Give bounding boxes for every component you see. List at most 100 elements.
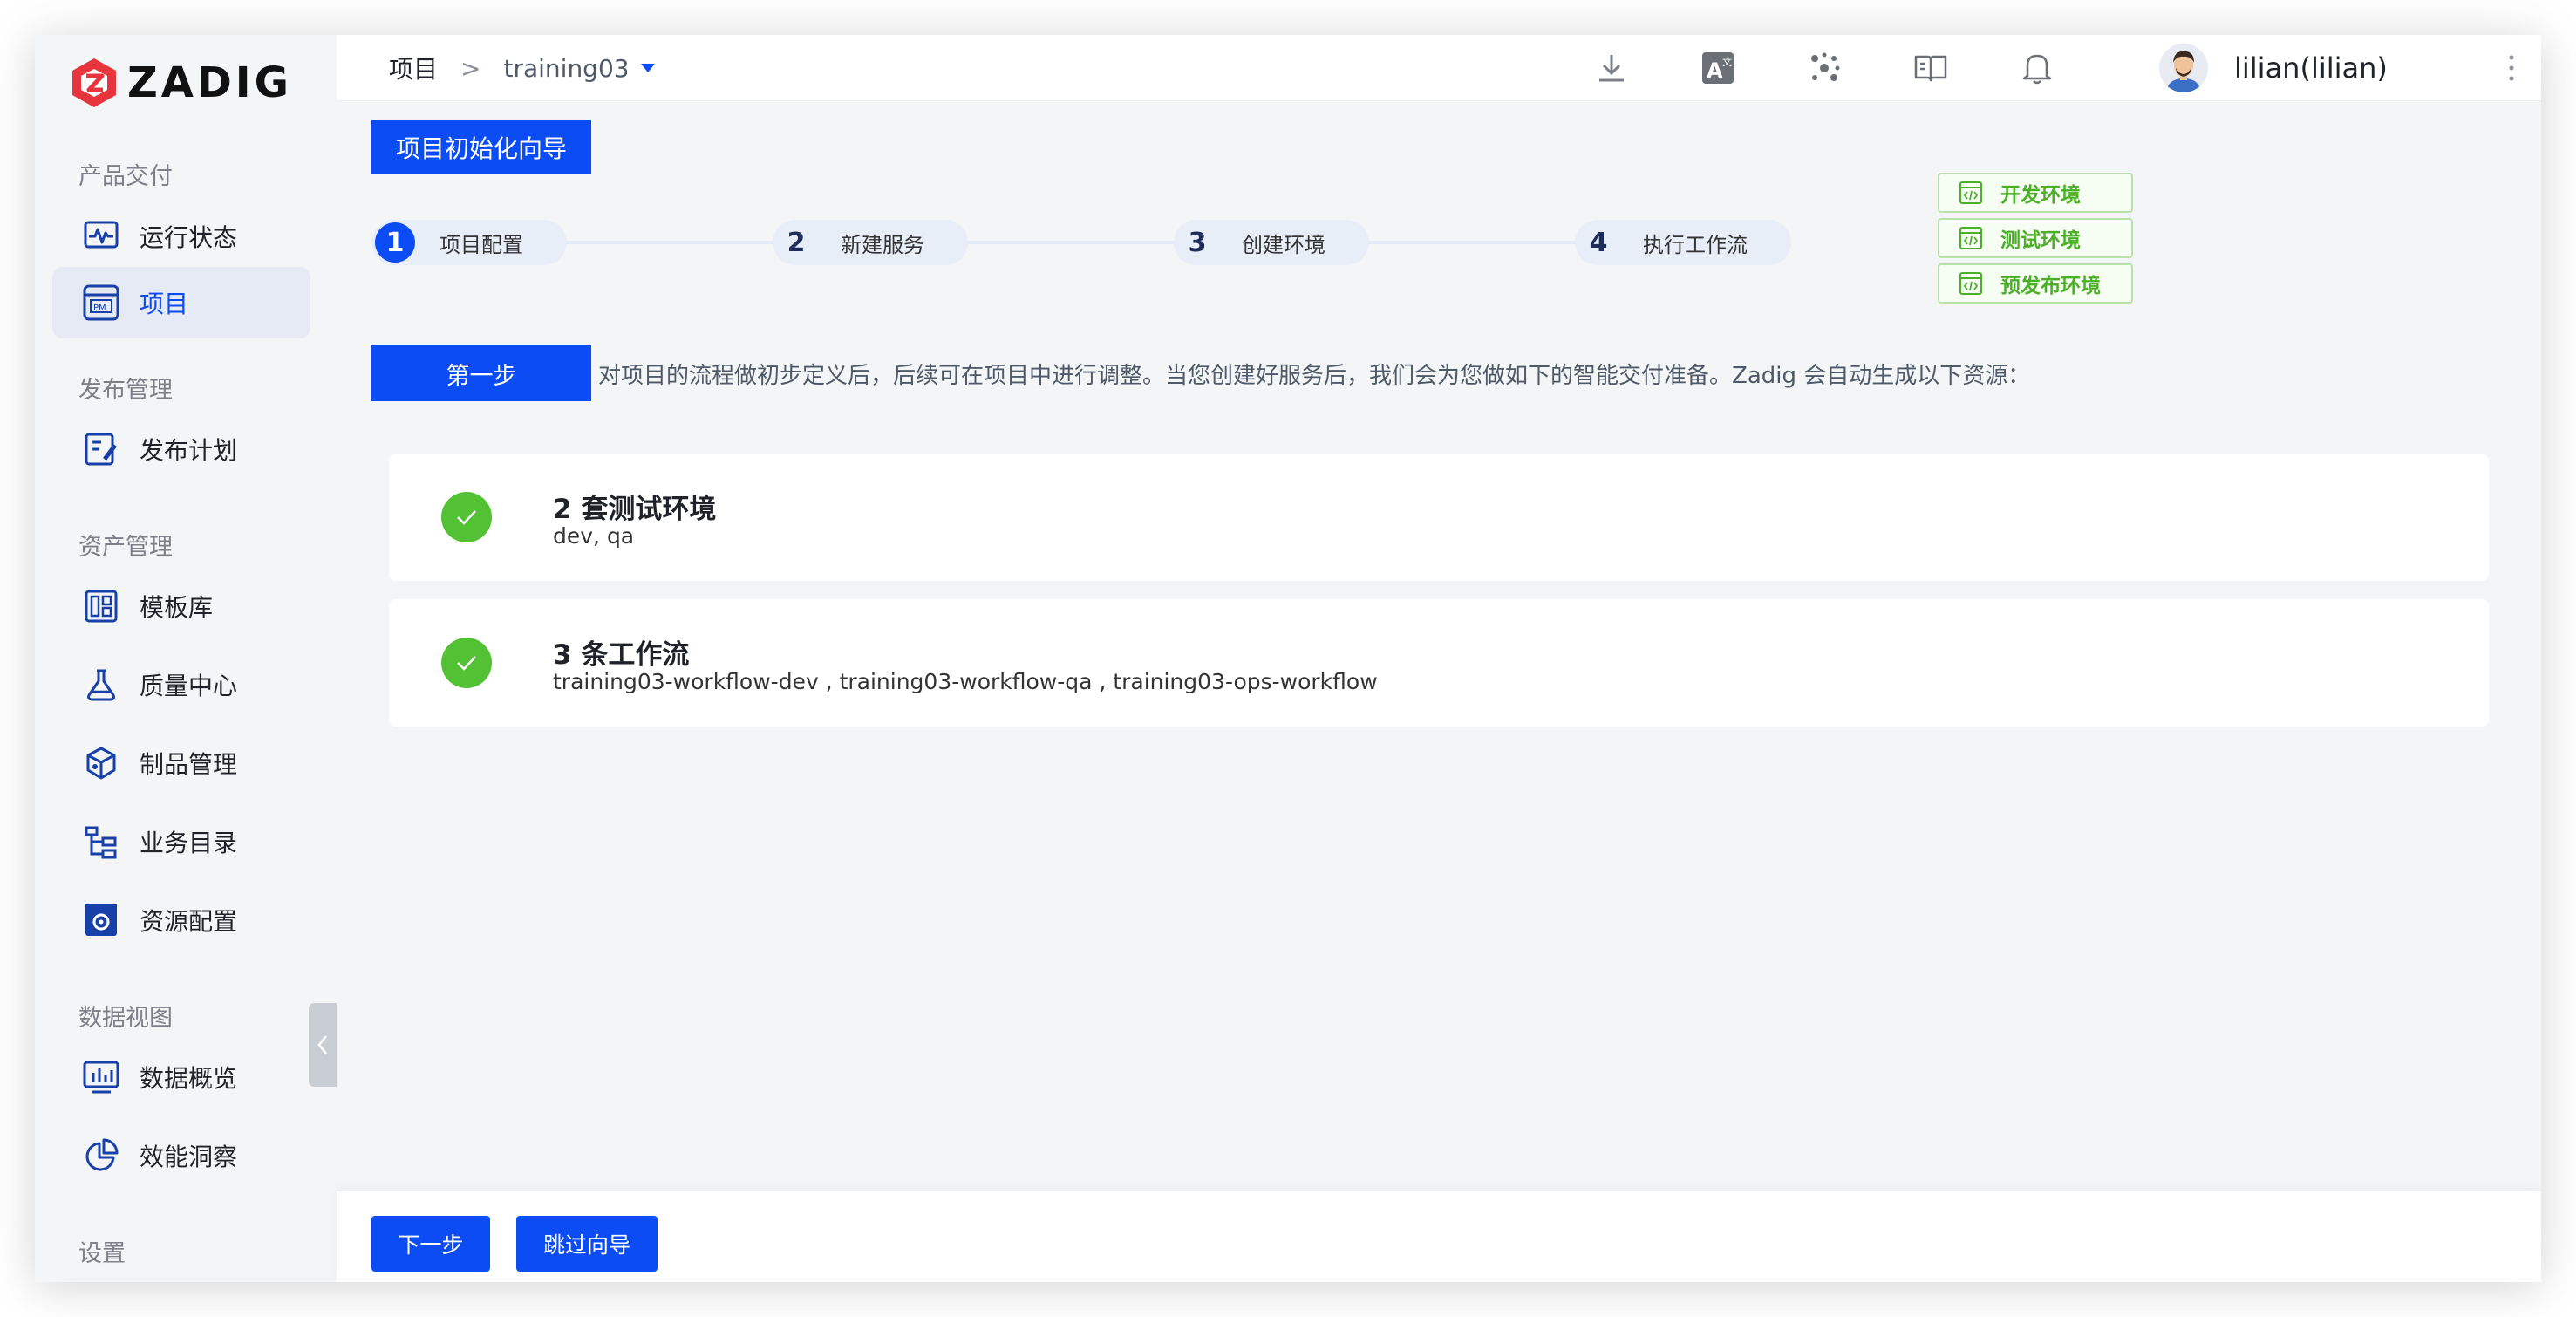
user-menu[interactable]: lilian(lilian) — [2159, 35, 2388, 101]
env-tag-dev: 开发环境 — [1938, 173, 2133, 213]
plugins-icon[interactable] — [1805, 49, 1843, 87]
pulse-monitor-icon — [82, 217, 120, 256]
bell-icon[interactable] — [2018, 49, 2056, 87]
bar-chart-icon — [82, 1058, 120, 1096]
chevron-left-icon — [317, 1035, 327, 1054]
env-tag-label: 测试环境 — [2000, 229, 2081, 252]
env-tag-label: 预发布环境 — [2000, 275, 2101, 297]
nav-section-settings: 设置 — [78, 1240, 126, 1267]
wizard-steps: 1 项目配置 2 新建服务 3 创建环境 4 执行工作流 — [371, 216, 1819, 269]
env-tags: 开发环境 测试环境 预发布环境 — [1938, 173, 2133, 309]
step-label: 项目配置 — [440, 232, 523, 257]
sidebar-item-project[interactable]: PM 项目 — [52, 267, 310, 338]
card-title: 2 套测试环境 — [553, 494, 717, 525]
step-run-workflow[interactable]: 4 执行工作流 — [1575, 220, 1791, 265]
check-circle-icon — [441, 492, 492, 542]
sidebar-item-catalog[interactable]: 业务目录 — [52, 806, 310, 877]
step-project-config[interactable]: 1 项目配置 — [371, 220, 567, 265]
code-file-icon — [1959, 227, 1982, 249]
project-selector[interactable]: training03 — [503, 54, 655, 83]
env-tag-label: 开发环境 — [2000, 184, 2081, 207]
resource-card-workflows: 3 条工作流 training03-workflow-dev , trainin… — [389, 599, 2489, 727]
next-step-button[interactable]: 下一步 — [371, 1216, 490, 1272]
env-tag-staging: 预发布环境 — [1938, 263, 2133, 304]
pie-chart-icon — [82, 1136, 120, 1175]
docs-book-icon[interactable] — [1912, 49, 1950, 87]
step-number: 2 — [776, 222, 816, 263]
template-icon — [82, 587, 120, 625]
logo-text: ZADIG — [127, 58, 293, 107]
nav-section-release: 发布管理 — [78, 377, 173, 404]
sidebar-item-quality[interactable]: 质量中心 — [52, 649, 310, 720]
step-number: 1 — [375, 222, 415, 263]
main-content: 项目初始化向导 1 项目配置 2 新建服务 3 创建环境 4 执行工作流 开发环… — [337, 101, 2541, 1226]
zadig-logo-icon — [72, 58, 116, 107]
nav-section-data: 数据视图 — [78, 1005, 173, 1032]
sidebar: ZADIG 产品交付 运行状态 PM 项目 发布管理 发布计划 资产管理 模板库… — [35, 35, 337, 1282]
avatar — [2159, 44, 2208, 92]
sidebar-collapse-handle[interactable] — [309, 1003, 337, 1087]
sidebar-item-label: 制品管理 — [140, 750, 238, 779]
sidebar-item-label: 运行状态 — [140, 223, 238, 252]
step-label: 创建环境 — [1242, 232, 1325, 257]
sidebar-item-label: 效能洞察 — [140, 1143, 238, 1171]
release-plan-icon — [82, 430, 120, 468]
nav-section-assets: 资产管理 — [78, 534, 173, 561]
sidebar-item-label: 业务目录 — [140, 829, 238, 857]
artifact-box-icon — [82, 744, 120, 782]
sidebar-item-data-overview[interactable]: 数据概览 — [52, 1041, 310, 1113]
card-subtitle: training03-workflow-dev , training03-wor… — [553, 669, 1378, 694]
resource-card-envs: 2 套测试环境 dev, qa — [389, 454, 2489, 581]
breadcrumb: 项目 > training03 — [389, 35, 656, 101]
svg-text:文: 文 — [1722, 56, 1732, 68]
sidebar-item-release-plan[interactable]: 发布计划 — [52, 413, 310, 485]
translate-icon[interactable]: A文 — [1699, 49, 1737, 87]
wizard-footer: 下一步 跳过向导 — [337, 1191, 2541, 1282]
step-badge: 第一步 — [371, 345, 591, 401]
top-header: 项目 > training03 A文 lilian(lilian) — [337, 35, 2541, 101]
step-banner: 第一步 对项目的流程做初步定义后，后续可在项目中进行调整。当您创建好服务后，我们… — [371, 345, 2030, 401]
project-pm-icon: PM — [82, 283, 120, 322]
more-vertical-icon[interactable] — [2503, 51, 2520, 85]
card-subtitle: dev, qa — [553, 523, 635, 549]
step-number: 4 — [1578, 222, 1619, 263]
nav-section-delivery: 产品交付 — [78, 163, 173, 190]
check-circle-icon — [441, 638, 492, 688]
zadig-logo[interactable]: ZADIG — [70, 52, 292, 113]
sidebar-item-label: 资源配置 — [140, 907, 238, 936]
breadcrumb-projects[interactable]: 项目 — [389, 51, 438, 85]
env-tag-test: 测试环境 — [1938, 218, 2133, 258]
step-new-service[interactable]: 2 新建服务 — [773, 220, 968, 265]
flask-icon — [82, 665, 120, 704]
step-label: 新建服务 — [841, 232, 924, 257]
sidebar-item-template[interactable]: 模板库 — [52, 570, 310, 642]
download-icon[interactable] — [1592, 49, 1631, 87]
sidebar-item-resource[interactable]: 资源配置 — [52, 884, 310, 956]
catalog-tree-icon — [82, 822, 120, 861]
step-label: 执行工作流 — [1643, 232, 1748, 257]
sidebar-item-label: 模板库 — [140, 593, 214, 622]
step-number: 3 — [1177, 222, 1217, 263]
steps-connector — [441, 241, 1714, 244]
step-description: 对项目的流程做初步定义后，后续可在项目中进行调整。当您创建好服务后，我们会为您做… — [598, 362, 2031, 389]
skip-wizard-button[interactable]: 跳过向导 — [516, 1216, 658, 1272]
card-title: 3 条工作流 — [553, 639, 690, 671]
sidebar-item-label: 质量中心 — [140, 672, 238, 700]
sidebar-item-insight[interactable]: 效能洞察 — [52, 1120, 310, 1191]
svg-text:PM: PM — [93, 304, 106, 313]
caret-down-icon — [640, 64, 655, 72]
app-window: ZADIG 产品交付 运行状态 PM 项目 发布管理 发布计划 资产管理 模板库… — [35, 35, 2541, 1282]
breadcrumb-separator: > — [460, 53, 481, 83]
wizard-title: 项目初始化向导 — [371, 120, 592, 174]
gear-icon — [82, 901, 120, 939]
svg-text:A: A — [1707, 58, 1723, 83]
sidebar-item-label: 项目 — [140, 290, 189, 318]
sidebar-item-label: 数据概览 — [140, 1064, 238, 1093]
user-name: lilian(lilian) — [2234, 51, 2388, 85]
project-name: training03 — [503, 53, 630, 83]
sidebar-item-run-status[interactable]: 运行状态 — [52, 201, 310, 272]
code-file-icon — [1959, 181, 1982, 204]
step-create-env[interactable]: 3 创建环境 — [1174, 220, 1369, 265]
code-file-icon — [1959, 272, 1982, 295]
sidebar-item-artifact[interactable]: 制品管理 — [52, 727, 310, 799]
